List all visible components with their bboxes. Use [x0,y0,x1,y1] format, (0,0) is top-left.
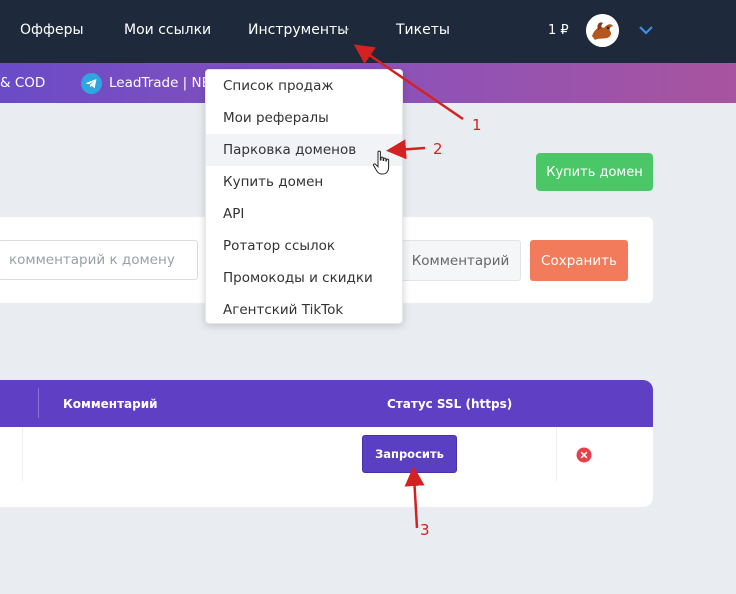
cell-divider [22,427,23,481]
hand-cursor-icon [372,150,390,175]
balance: 1 ₽ [548,23,569,38]
tools-dropdown-menu: Список продаж Мои рефералы Парковка доме… [205,69,403,324]
column-ssl-status: Статус SSL (https) [387,397,513,411]
menu-item-link-rotator[interactable]: Ротатор ссылок [206,230,402,262]
comment-button[interactable]: Комментарий [400,240,521,281]
avatar-dragon-icon [586,14,619,47]
nav-tickets[interactable]: Тикеты [396,22,450,38]
banner-left-text: & COD [0,75,46,91]
header-divider [38,388,39,418]
buy-domain-button[interactable]: Купить домен [536,153,653,191]
domains-table: Комментарий Статус SSL (https) Запросить [0,380,653,507]
nav-my-links[interactable]: Мои ссылки [124,22,211,38]
annotation-label-3: 3 [420,521,430,539]
save-button[interactable]: Сохранить [530,240,628,281]
domain-comment-input[interactable]: комментарий к домену [0,240,198,280]
chevron-down-icon [341,28,349,33]
top-navbar: Офферы Мои ссылки Инструменты Тикеты 1 ₽ [0,0,736,63]
nav-offers[interactable]: Офферы [20,22,84,38]
table-header: Комментарий Статус SSL (https) [0,380,653,427]
menu-item-api[interactable]: API [206,198,402,230]
avatar[interactable] [586,14,619,47]
banner-text[interactable]: LeadTrade | NE [109,75,210,91]
menu-item-sales-list[interactable]: Список продаж [206,70,402,102]
nav-tools[interactable]: Инструменты [248,22,348,38]
annotation-label-2: 2 [433,140,443,158]
menu-item-referrals[interactable]: Мои рефералы [206,102,402,134]
column-comment: Комментарий [63,397,158,411]
request-ssl-button[interactable]: Запросить [362,435,457,473]
account-chevron-down-icon[interactable] [638,24,654,36]
annotation-label-1: 1 [472,116,482,134]
menu-item-agency-tiktok[interactable]: Агентский TikTok [206,294,402,326]
cell-divider [556,427,557,481]
telegram-icon [81,73,102,94]
menu-item-promo-codes[interactable]: Промокоды и скидки [206,262,402,294]
delete-circle-icon[interactable] [576,447,592,463]
